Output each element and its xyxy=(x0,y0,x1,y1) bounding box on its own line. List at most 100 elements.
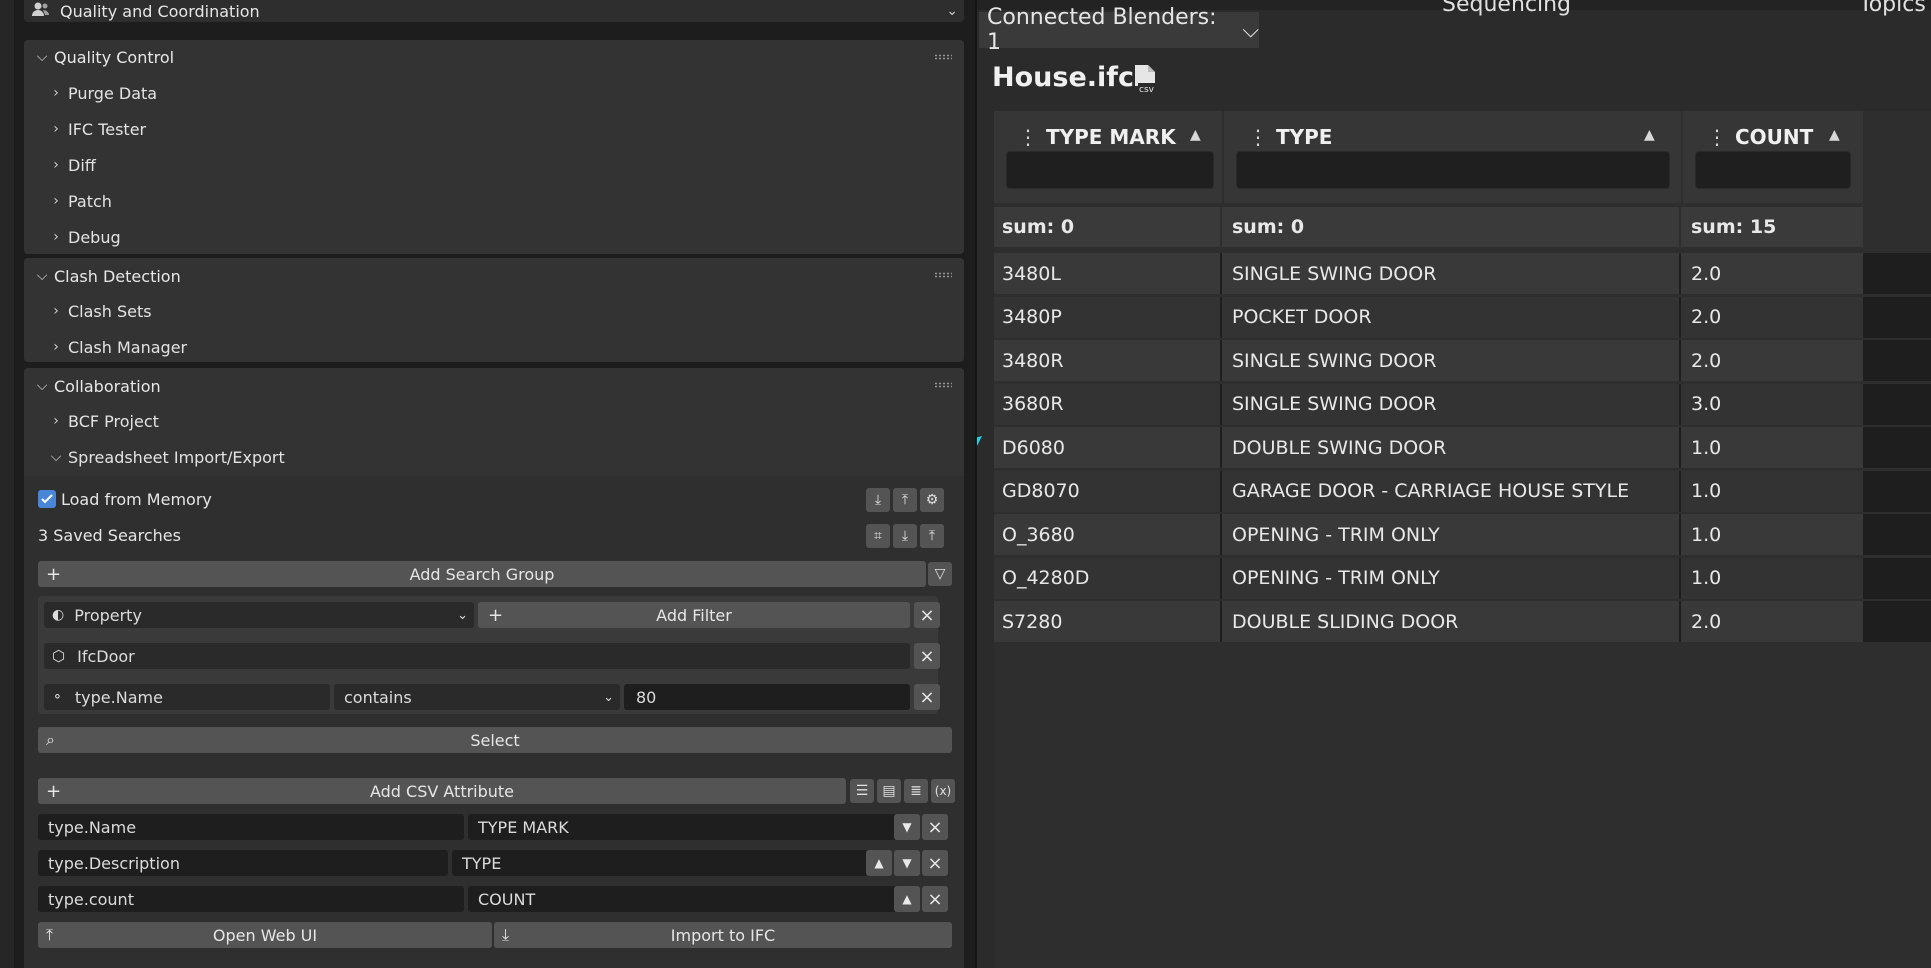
subpanel-label: BCF Project xyxy=(68,411,159,431)
remove-attribute-button[interactable]: × xyxy=(922,886,948,912)
add-filter-label: Add Filter xyxy=(656,605,732,625)
select-area-icon[interactable]: ⌗ xyxy=(866,524,890,548)
cube-icon: ⬡ xyxy=(52,647,66,665)
move-down-button[interactable]: ▼ xyxy=(894,814,920,840)
subpanel-bcf-project[interactable]: › BCF Project xyxy=(48,407,159,435)
subpanel-label: Diff xyxy=(68,155,96,175)
attribute-header-text: TYPE xyxy=(462,853,502,873)
csv-attribute-name[interactable]: type.count xyxy=(38,886,464,912)
ifc-class-value: IfcDoor xyxy=(77,646,135,666)
filter-attribute-field[interactable]: ⚬ type.Name xyxy=(44,684,330,710)
subpanel-debug[interactable]: › Debug xyxy=(48,223,121,251)
chevron-down-icon: ⌵ xyxy=(50,449,62,465)
remove-attribute-button[interactable]: × xyxy=(922,850,948,876)
plus-icon: + xyxy=(46,780,62,802)
blender-properties-panel: Quality and Coordination ⌄ ⌵ Quality Con… xyxy=(0,0,975,968)
list-icon[interactable]: ≣ xyxy=(904,779,928,803)
move-up-button[interactable]: ▲ xyxy=(894,886,920,912)
archive-icon[interactable]: ▤ xyxy=(877,779,901,803)
load-from-memory-checkbox[interactable] xyxy=(38,490,56,508)
collaboration-header[interactable]: ⌵ Collaboration xyxy=(34,371,161,401)
toggle-icon: ◐ xyxy=(52,607,65,623)
chevron-down-icon: ⌄ xyxy=(603,689,614,705)
properties-icon: ⚬ xyxy=(52,689,63,705)
chevron-right-icon: › xyxy=(53,229,59,245)
chevron-right-icon: › xyxy=(53,193,59,209)
subpanel-patch[interactable]: › Patch xyxy=(48,187,112,215)
subpanel-purge-data[interactable]: › Purge Data xyxy=(48,79,157,107)
chevron-right-icon: › xyxy=(53,303,59,319)
add-csv-attribute-button[interactable]: + Add CSV Attribute xyxy=(38,778,846,804)
add-search-group-button[interactable]: + Add Search Group xyxy=(38,561,926,587)
filter-value-input[interactable]: 80 xyxy=(624,684,910,710)
upload-icon[interactable]: ⤒ xyxy=(893,488,917,512)
filter-icon[interactable]: ▽ xyxy=(928,562,952,586)
annotation-arrow xyxy=(977,436,982,446)
csv-attribute-header[interactable]: TYPE MARK xyxy=(468,814,916,840)
remove-ifc-class-button[interactable]: × xyxy=(914,643,940,669)
chevron-right-icon: › xyxy=(53,121,59,137)
upload-icon: ⤒ xyxy=(46,925,54,944)
upload-icon[interactable]: ⤒ xyxy=(920,524,944,548)
chevron-down-icon: ⌄ xyxy=(946,3,958,19)
remove-filter-group-button[interactable]: × xyxy=(914,602,940,628)
top-panel-title: Quality and Coordination xyxy=(60,1,260,21)
csv-attribute-name[interactable]: type.Description xyxy=(38,850,448,876)
move-up-button[interactable]: ▲ xyxy=(866,850,892,876)
subpanel-ifc-tester[interactable]: › IFC Tester xyxy=(48,115,146,143)
chevron-down-icon: ⌵ xyxy=(36,268,48,284)
filter-attribute-value: type.Name xyxy=(74,687,163,707)
collaboration-panel: ⌵ Collaboration › BCF Project ⌵ Spreadshee… xyxy=(24,368,964,968)
open-web-ui-button[interactable]: ⤒ Open Web UI xyxy=(38,922,492,948)
collaboration-title: Collaboration xyxy=(54,376,161,396)
add-csv-attribute-label: Add CSV Attribute xyxy=(369,781,515,801)
filter-type-dropdown[interactable]: ◐ Property ⌄ xyxy=(44,602,474,628)
filter-operator-dropdown[interactable]: contains ⌄ xyxy=(334,684,620,710)
select-button[interactable]: ⌕ Select xyxy=(38,727,952,753)
chevron-right-icon: › xyxy=(53,157,59,173)
subpanel-clash-manager[interactable]: › Clash Manager xyxy=(48,333,187,361)
subpanel-diff[interactable]: › Diff xyxy=(48,151,96,179)
attribute-name-text: type.Name xyxy=(48,817,137,837)
filter-value-text: 80 xyxy=(636,687,657,707)
chevron-down-icon: ⌵ xyxy=(36,49,48,65)
import-to-ifc-button[interactable]: ⤓ Import to IFC xyxy=(494,922,952,948)
subpanel-label: IFC Tester xyxy=(68,119,147,139)
download-icon: ⤓ xyxy=(502,925,510,944)
gear-icon[interactable]: ⚙ xyxy=(920,488,944,512)
clash-detection-title: Clash Detection xyxy=(54,266,181,286)
subpanel-label: Debug xyxy=(68,227,121,247)
csv-attribute-name[interactable]: type.Name xyxy=(38,814,464,840)
plus-icon: + xyxy=(488,604,504,626)
web-ui: Sequencing Topics Connected Blenders: 1 … xyxy=(977,0,1931,968)
attribute-header-text: TYPE MARK xyxy=(478,817,569,837)
remove-attribute-button[interactable]: × xyxy=(922,814,948,840)
chevron-right-icon: › xyxy=(53,85,59,101)
quality-control-header[interactable]: ⌵ Quality Control xyxy=(34,42,174,72)
quality-control-title: Quality Control xyxy=(54,47,175,67)
sort-icon[interactable]: ☰ xyxy=(850,779,874,803)
csv-attribute-header[interactable]: TYPE xyxy=(452,850,886,876)
variable-icon[interactable]: (x) xyxy=(931,779,955,803)
checkmark-icon xyxy=(41,494,53,504)
subpanel-spreadsheet[interactable]: ⌵ Spreadsheet Import/Export xyxy=(48,443,285,471)
csv-attribute-header[interactable]: COUNT xyxy=(468,886,916,912)
clash-detection-header[interactable]: ⌵ Clash Detection xyxy=(34,261,181,291)
download-icon[interactable]: ⤓ xyxy=(866,488,890,512)
viewport-edge xyxy=(0,0,14,968)
move-down-button[interactable]: ▼ xyxy=(894,850,920,876)
drag-handle-icon[interactable] xyxy=(934,272,952,278)
clash-detection-panel: ⌵ Clash Detection › Clash Sets › Clash Man… xyxy=(24,258,964,362)
subpanel-label: Clash Manager xyxy=(68,337,188,357)
import-to-ifc-label: Import to IFC xyxy=(670,925,776,945)
drag-handle-icon[interactable] xyxy=(934,382,952,388)
download-icon[interactable]: ⤓ xyxy=(893,524,917,548)
drag-handle-icon[interactable] xyxy=(934,54,952,60)
chevron-down-icon: ⌄ xyxy=(457,607,468,623)
ifc-class-field[interactable]: ⬡ IfcDoor xyxy=(44,643,910,669)
add-filter-button[interactable]: + Add Filter xyxy=(478,602,910,628)
quality-coordination-header[interactable]: Quality and Coordination ⌄ xyxy=(24,0,964,22)
remove-filter-button[interactable]: × xyxy=(914,684,940,710)
subpanel-clash-sets[interactable]: › Clash Sets xyxy=(48,297,151,325)
attribute-header-text: COUNT xyxy=(478,889,536,909)
